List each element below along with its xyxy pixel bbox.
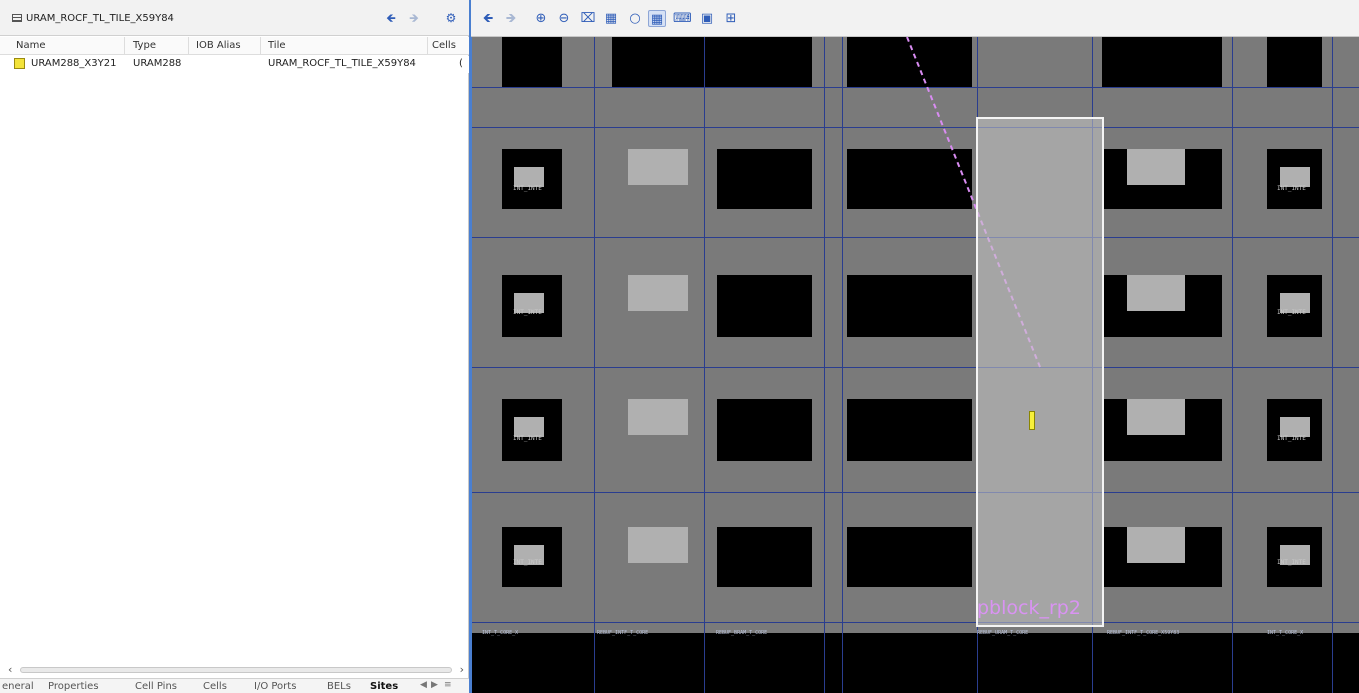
refresh-icon[interactable]: ○ <box>626 10 644 27</box>
horizontal-scrollbar[interactable]: ‹ › <box>8 663 464 676</box>
table-header: Name Type IOB Alias Tile Cells <box>0 37 469 55</box>
back-arrow-icon[interactable]: 🡸 <box>383 11 399 25</box>
zoom-in-icon[interactable]: ⊕ <box>532 10 550 27</box>
col-iob-alias[interactable]: IOB Alias <box>196 40 241 51</box>
row-cells: ( <box>459 58 463 69</box>
pblock-icon[interactable]: ⌨ <box>673 10 692 27</box>
col-type[interactable]: Type <box>133 40 156 51</box>
forward-icon[interactable]: 🡺 <box>502 10 520 27</box>
properties-panel: URAM_ROCF_TL_TILE_X59Y84 🡸 🡺 ⚙ Name Type… <box>0 0 469 693</box>
zoom-fit-icon[interactable]: ⌧ <box>579 10 597 27</box>
scroll-left-icon[interactable]: ‹ <box>8 663 12 676</box>
tab-next-icon[interactable]: ▶ <box>431 680 438 690</box>
forward-arrow-icon[interactable]: 🡺 <box>406 11 422 25</box>
pblock-rectangle[interactable] <box>976 117 1104 627</box>
table-icon <box>12 14 22 22</box>
tab-sites[interactable]: Sites <box>370 681 398 692</box>
col-tile[interactable]: Tile <box>268 40 286 51</box>
device-toolbar: 🡸 🡺 ⊕ ⊖ ⌧ ▦ ○ ▦ ⌨ ▣ ⊞ <box>471 0 1359 37</box>
zoom-selection-icon[interactable]: ▦ <box>602 10 620 27</box>
scrollbar-thumb[interactable] <box>20 667 452 673</box>
uram-site-icon <box>14 58 25 69</box>
back-icon[interactable]: 🡸 <box>479 10 497 27</box>
table-row[interactable]: URAM288_X3Y21 URAM288 URAM_ROCF_TL_TILE_… <box>0 56 469 73</box>
tab-menu-icon[interactable]: ≡ <box>444 680 452 690</box>
zoom-out-icon[interactable]: ⊖ <box>555 10 573 27</box>
row-name: URAM288_X3Y21 <box>31 58 117 69</box>
gear-icon[interactable]: ⚙ <box>443 11 459 25</box>
tab-bels[interactable]: BELs <box>327 681 351 692</box>
selected-uram-site[interactable] <box>1029 411 1035 430</box>
panel-header: URAM_ROCF_TL_TILE_X59Y84 🡸 🡺 ⚙ <box>0 0 469 36</box>
tab-properties[interactable]: Properties <box>48 681 99 692</box>
pblock-label: pblock_rp2 <box>977 597 1081 619</box>
panel-title: URAM_ROCF_TL_TILE_X59Y84 <box>26 13 174 24</box>
col-cells[interactable]: Cells <box>432 40 456 51</box>
scroll-right-icon[interactable]: › <box>460 663 464 676</box>
device-view[interactable]: INT_INTE INT_INTE INT_INTE INT_INTE INT_INTE… <box>472 37 1359 693</box>
tab-bar: eneral Properties Cell Pins Cells I/O Po… <box>0 678 469 693</box>
col-name[interactable]: Name <box>16 40 46 51</box>
tab-io-ports[interactable]: I/O Ports <box>254 681 296 692</box>
routing-resources-icon[interactable]: ▦ <box>648 10 666 27</box>
row-type: URAM288 <box>133 58 182 69</box>
tab-cell-pins[interactable]: Cell Pins <box>135 681 177 692</box>
tab-cells[interactable]: Cells <box>203 681 227 692</box>
connections-icon[interactable]: ⊞ <box>722 10 740 27</box>
tab-prev-icon[interactable]: ◀ <box>420 680 427 690</box>
row-tile: URAM_ROCF_TL_TILE_X59Y84 <box>268 58 416 69</box>
tab-general[interactable]: eneral <box>2 681 34 692</box>
net-overlay <box>906 37 1041 368</box>
cell-icon[interactable]: ▣ <box>698 10 716 27</box>
